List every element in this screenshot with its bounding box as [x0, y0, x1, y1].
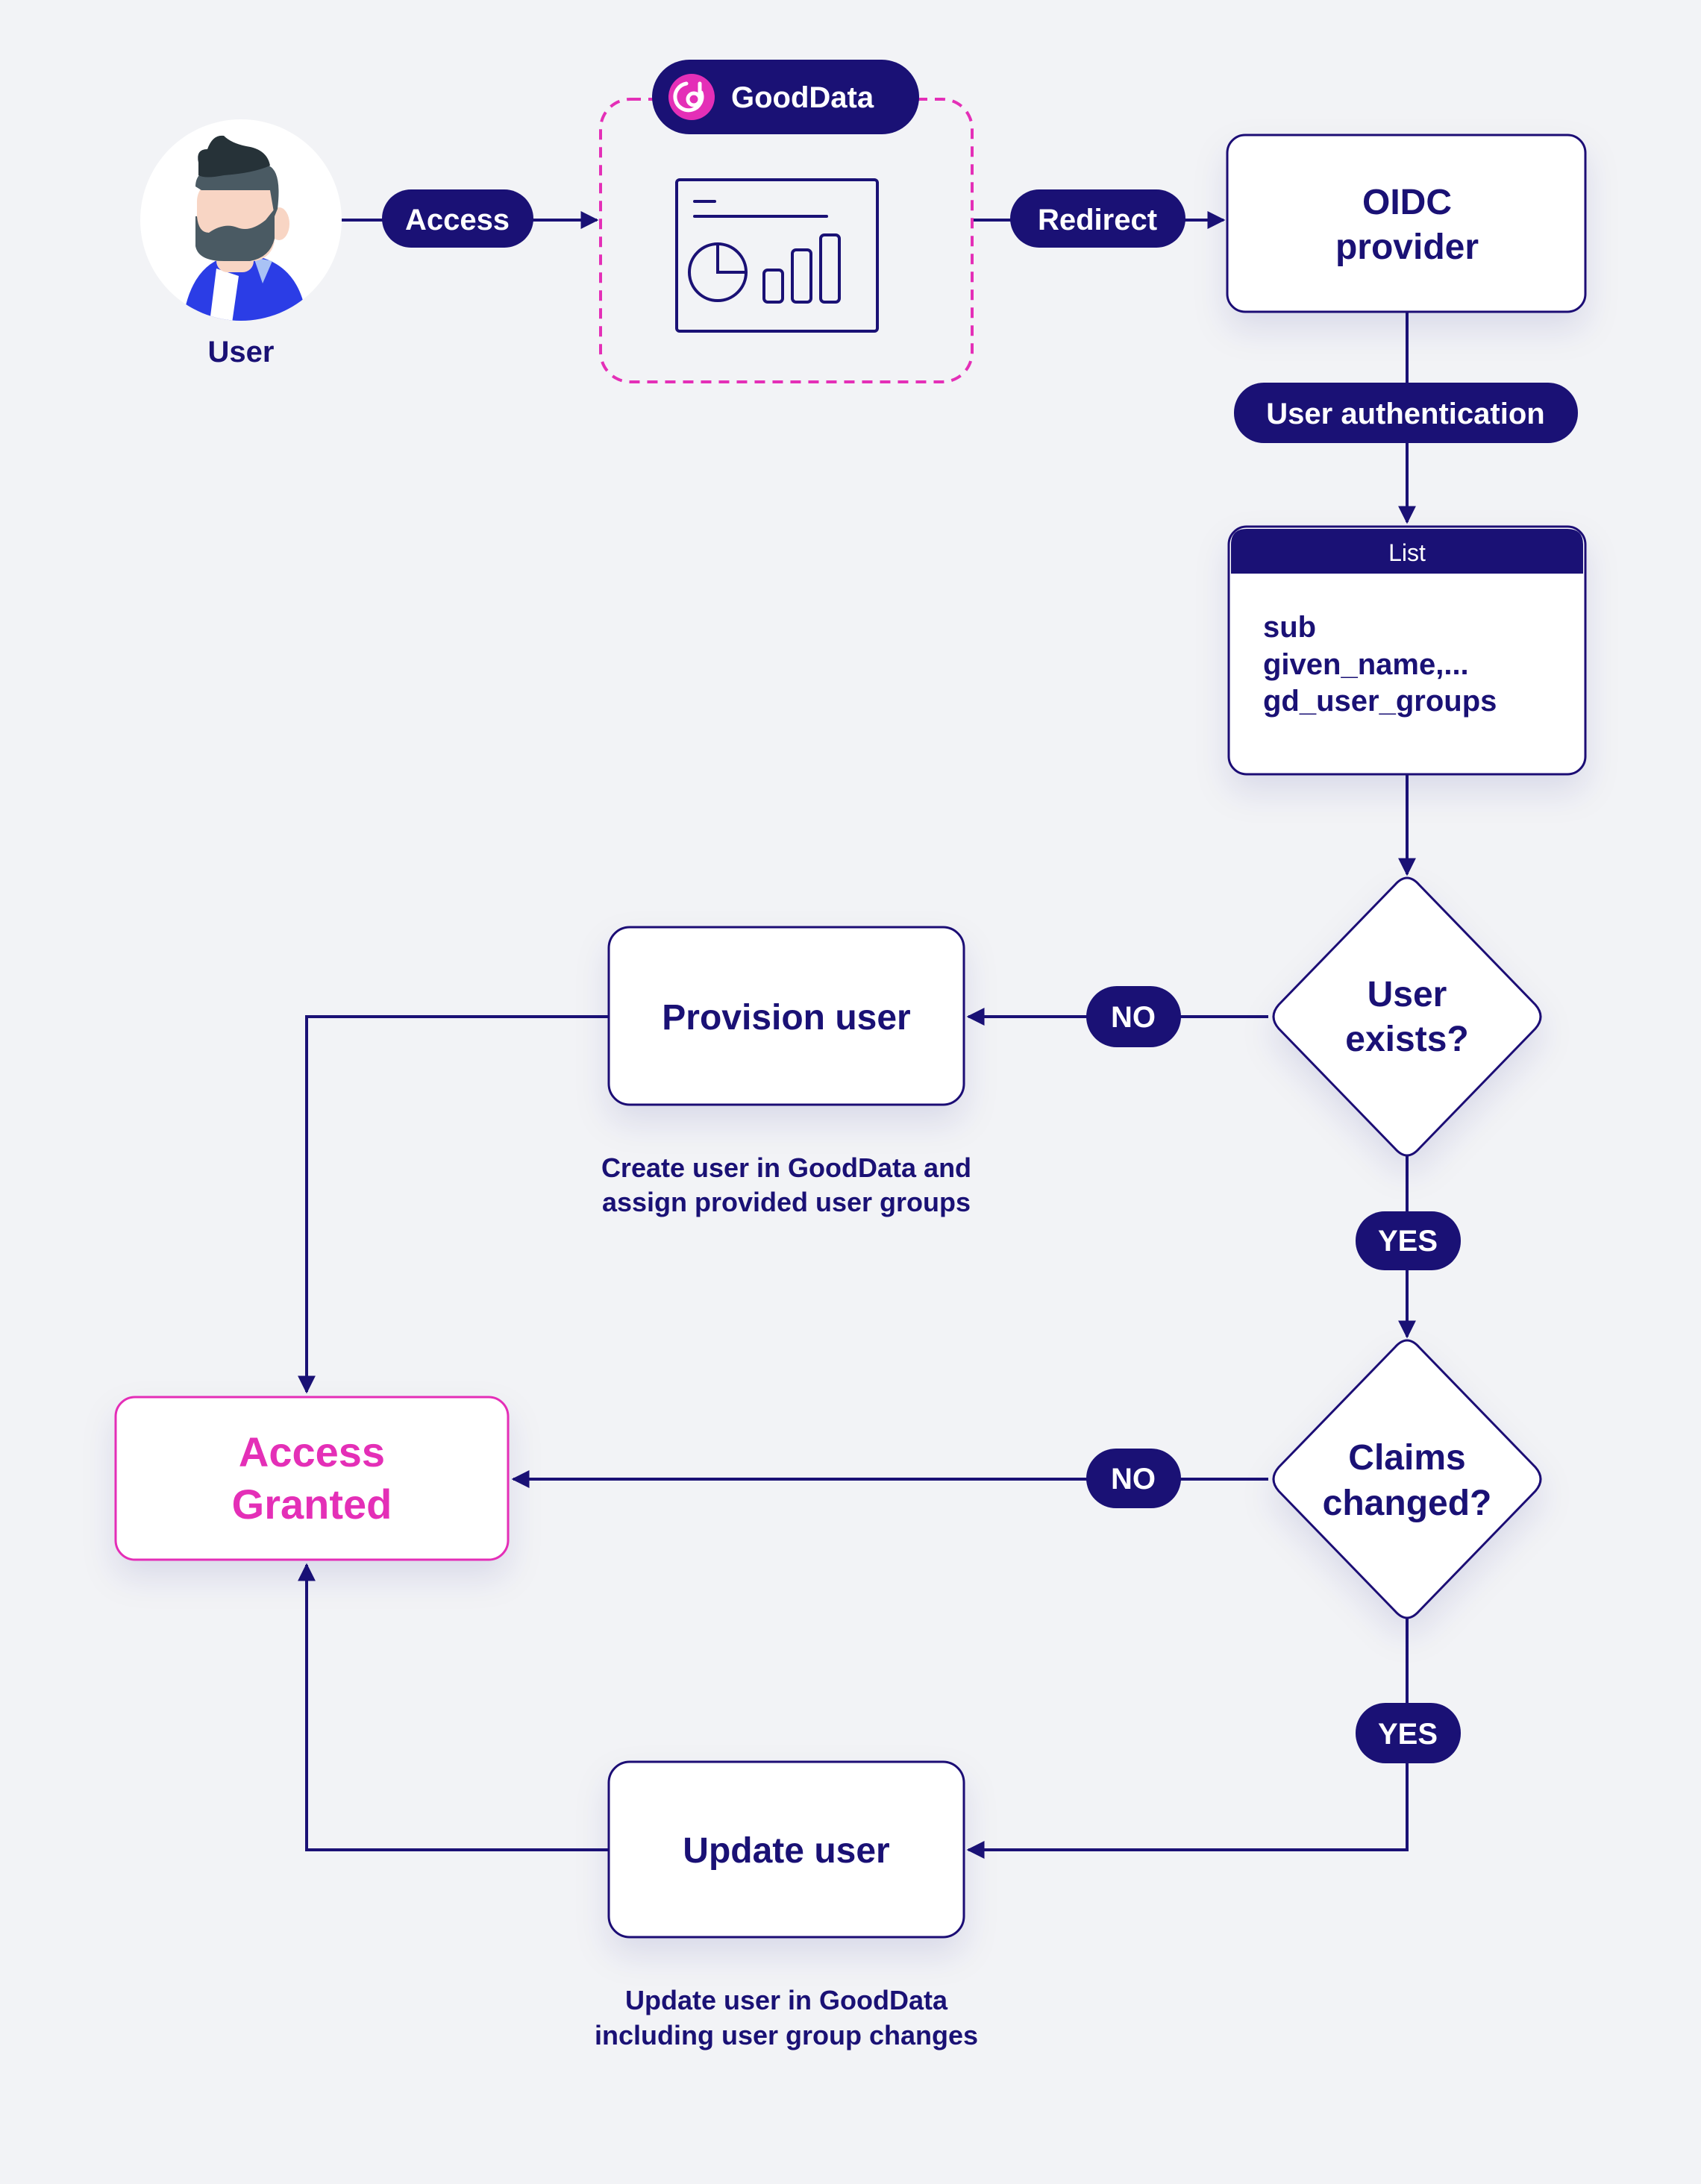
- claims-changed-line2: changed?: [1323, 1484, 1492, 1523]
- oidc-label-line1: OIDC: [1362, 183, 1452, 222]
- update-user-caption-line1: Update user in GoodData: [625, 1985, 948, 2015]
- gooddata-app-node[interactable]: GoodData: [599, 60, 974, 383]
- claims-changed-yes-label: YES: [1356, 1703, 1461, 1763]
- gooddata-badge-label: GoodData: [731, 81, 874, 114]
- access-edge-label: Access: [382, 189, 533, 248]
- claims-changed-no-label: NO: [1086, 1449, 1181, 1508]
- access-granted-line1: Access: [239, 1428, 385, 1475]
- oidc-provider-node[interactable]: OIDC provider: [1226, 134, 1587, 313]
- user-exists-no-label: NO: [1086, 986, 1181, 1047]
- gooddata-badge: GoodData: [652, 60, 919, 134]
- dashboard-icon: [675, 178, 879, 333]
- access-granted-line2: Granted: [232, 1481, 392, 1528]
- svg-text:Redirect: Redirect: [1038, 204, 1157, 236]
- svg-text:NO: NO: [1111, 1463, 1156, 1496]
- oidc-flow-diagram: User Access GoodData Redirect OIDC provi…: [114, 60, 1587, 2050]
- update-user-label: Update user: [683, 1831, 889, 1871]
- user-exists-line2: exists?: [1345, 1020, 1468, 1059]
- edge-provision-to-granted: [298, 1015, 609, 1394]
- gooddata-logo-icon: [668, 74, 715, 120]
- access-granted-node[interactable]: Access Granted: [114, 1396, 510, 1561]
- update-user-caption-line2: including user group changes: [595, 2020, 978, 2050]
- claims-changed-decision[interactable]: Claims changed?: [1272, 1339, 1542, 1619]
- svg-text:YES: YES: [1378, 1225, 1438, 1258]
- user-exists-line1: User: [1368, 975, 1447, 1014]
- claims-list-header: List: [1388, 539, 1426, 566]
- update-user-node[interactable]: Update user: [607, 1760, 965, 1939]
- svg-text:NO: NO: [1111, 1001, 1156, 1034]
- claims-list-item: sub: [1263, 611, 1316, 644]
- claims-list-node[interactable]: List sub given_name,... gd_user_groups: [1227, 525, 1587, 776]
- edge-update-to-granted: [298, 1563, 609, 1851]
- user-label: User: [208, 336, 275, 368]
- svg-text:Access: Access: [405, 204, 510, 236]
- user-node[interactable]: User: [140, 119, 342, 368]
- claims-list-item: gd_user_groups: [1263, 685, 1497, 718]
- oidc-label-line2: provider: [1335, 228, 1479, 267]
- redirect-edge-label: Redirect: [1010, 189, 1185, 248]
- svg-text:YES: YES: [1378, 1718, 1438, 1751]
- provision-user-caption-line1: Create user in GoodData and: [601, 1152, 971, 1183]
- user-authentication-edge-label: User authentication: [1234, 383, 1578, 443]
- svg-text:User authentication: User authentication: [1266, 398, 1544, 430]
- provision-user-node[interactable]: Provision user: [607, 926, 965, 1106]
- gooddata-dashed-boundary: [599, 98, 974, 383]
- user-exists-yes-label: YES: [1356, 1211, 1461, 1270]
- user-exists-decision[interactable]: User exists?: [1272, 876, 1542, 1157]
- claims-changed-line1: Claims: [1348, 1438, 1465, 1478]
- claims-list-item: given_name,...: [1263, 648, 1469, 681]
- edge-claims-yes: [966, 1619, 1409, 1859]
- provision-user-caption-line2: assign provided user groups: [602, 1187, 971, 1217]
- provision-user-label: Provision user: [662, 998, 910, 1038]
